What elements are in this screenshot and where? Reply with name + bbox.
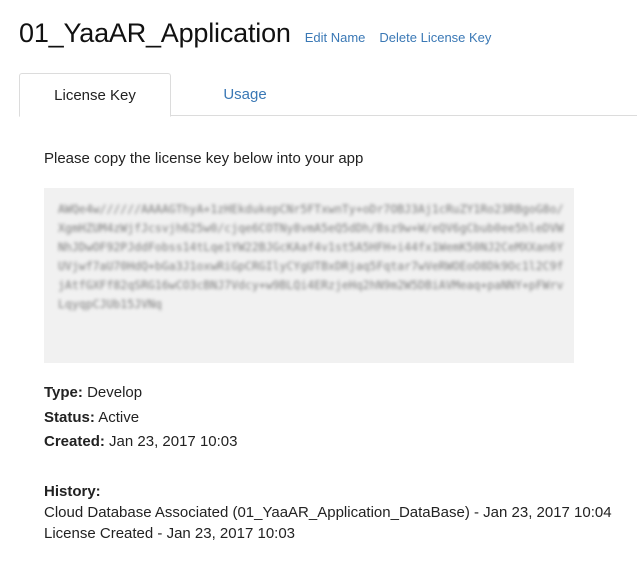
- type-value: Develop: [87, 384, 143, 401]
- page-title: 01_YaaAR_Application: [19, 18, 291, 48]
- status-row: Status: Active: [44, 409, 139, 426]
- tab-license-key[interactable]: License Key: [19, 73, 171, 117]
- license-key-text[interactable]: AWQe4w//////AAAAGThyA+1zHEkdukepCNr5FTxw…: [58, 200, 568, 314]
- history-entry: License Created - Jan 23, 2017 10:03: [44, 525, 296, 542]
- type-row: Type: Develop: [44, 384, 142, 401]
- status-value: Active: [98, 409, 140, 426]
- history-entry: Cloud Database Associated (01_YaaAR_Appl…: [44, 504, 612, 521]
- page-header: 01_YaaAR_Application Edit Name Delete Li…: [19, 18, 491, 49]
- created-label: Created:: [44, 433, 105, 450]
- license-instruction: Please copy the license key below into y…: [44, 150, 364, 167]
- created-value: Jan 23, 2017 10:03: [109, 433, 238, 450]
- created-row: Created: Jan 23, 2017 10:03: [44, 433, 237, 450]
- type-label: Type:: [44, 384, 83, 401]
- tab-usage[interactable]: Usage: [170, 73, 320, 115]
- delete-license-key-link[interactable]: Delete License Key: [379, 30, 491, 45]
- license-key-box[interactable]: AWQe4w//////AAAAGThyA+1zHEkdukepCNr5FTxw…: [44, 188, 574, 363]
- tab-bar: License Key Usage: [0, 73, 637, 117]
- status-label: Status:: [44, 409, 95, 426]
- edit-name-link[interactable]: Edit Name: [305, 30, 366, 45]
- history-label: History:: [44, 483, 101, 500]
